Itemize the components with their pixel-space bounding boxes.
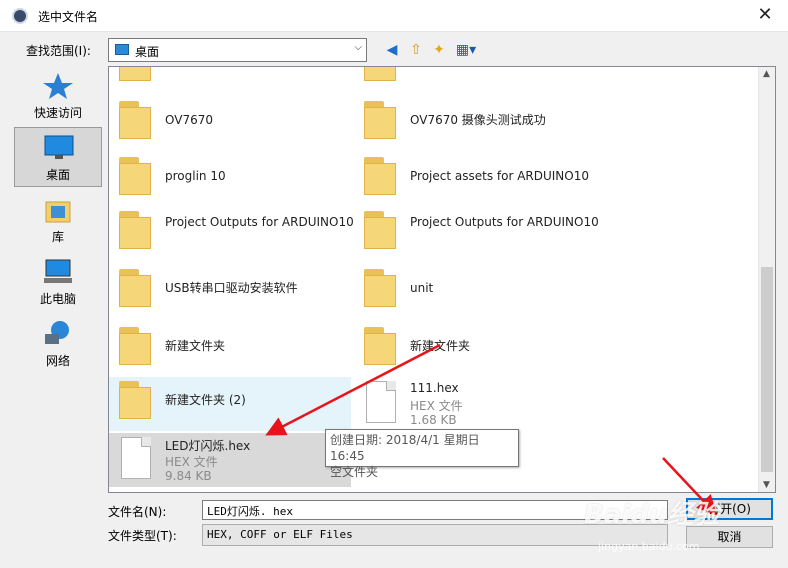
watermark-url: jingyan.baidu.com: [598, 540, 700, 553]
arrow-to-file-icon: [265, 343, 441, 436]
annotation-arrows: [265, 343, 718, 516]
watermark-logo: Baidu经验: [584, 500, 720, 530]
